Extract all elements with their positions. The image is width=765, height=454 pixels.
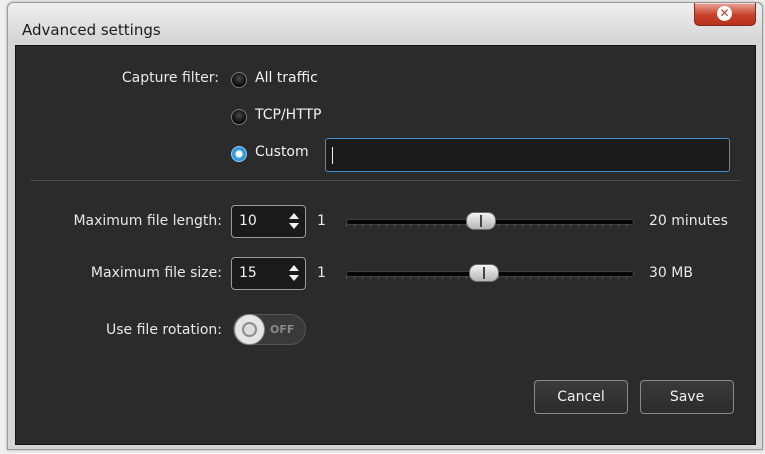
radio-tcp-http-label: TCP/HTTP [255, 107, 322, 123]
radio-tcp-http[interactable] [231, 109, 247, 125]
file-size-value: 15 [239, 265, 257, 281]
slider-thumb[interactable] [466, 212, 497, 230]
advanced-settings-dialog: Advanced settings ✕ Capture filter: All … [7, 2, 763, 450]
capture-filter-label: Capture filter: [121, 70, 219, 86]
toggle-knob [234, 314, 265, 345]
close-button[interactable]: ✕ [694, 3, 756, 26]
stepper-up-icon[interactable] [289, 265, 299, 271]
file-rotation-label: Use file rotation: [106, 322, 222, 338]
stepper-up-icon[interactable] [289, 213, 299, 219]
file-size-slider[interactable] [346, 263, 634, 283]
section-divider [30, 180, 741, 181]
file-length-value: 10 [239, 213, 257, 229]
file-size-stepper[interactable]: 15 [231, 257, 306, 290]
title-bar[interactable]: Advanced settings ✕ [8, 3, 762, 43]
stepper-down-icon[interactable] [289, 223, 299, 229]
file-length-max: 20 minutes [649, 213, 728, 229]
slider-thumb[interactable] [469, 264, 500, 282]
stepper-arrows-icon[interactable] [289, 264, 299, 282]
file-size-max: 30 MB [649, 265, 693, 281]
file-length-min: 1 [317, 213, 326, 229]
file-size-min: 1 [317, 265, 326, 281]
dialog-title: Advanced settings [22, 21, 161, 39]
stepper-down-icon[interactable] [289, 275, 299, 281]
toggle-state-label: OFF [270, 323, 295, 336]
radio-custom-label: Custom [255, 144, 309, 160]
stepper-arrows-icon[interactable] [289, 212, 299, 230]
radio-custom[interactable] [231, 146, 247, 162]
file-length-label: Maximum file length: [73, 213, 222, 229]
save-button[interactable]: Save [640, 380, 734, 414]
text-caret [332, 147, 333, 164]
custom-filter-input[interactable] [325, 138, 730, 172]
file-length-stepper[interactable]: 10 [231, 205, 306, 238]
radio-all-traffic[interactable] [231, 72, 247, 88]
file-size-label: Maximum file size: [90, 265, 222, 281]
close-icon: ✕ [717, 6, 732, 21]
cancel-button[interactable]: Cancel [534, 380, 628, 414]
settings-panel: Capture filter: All traffic TCP/HTTP Cus… [15, 45, 756, 445]
radio-all-traffic-label: All traffic [255, 70, 318, 86]
file-rotation-toggle[interactable]: OFF [233, 314, 306, 345]
file-length-slider[interactable] [346, 211, 634, 231]
